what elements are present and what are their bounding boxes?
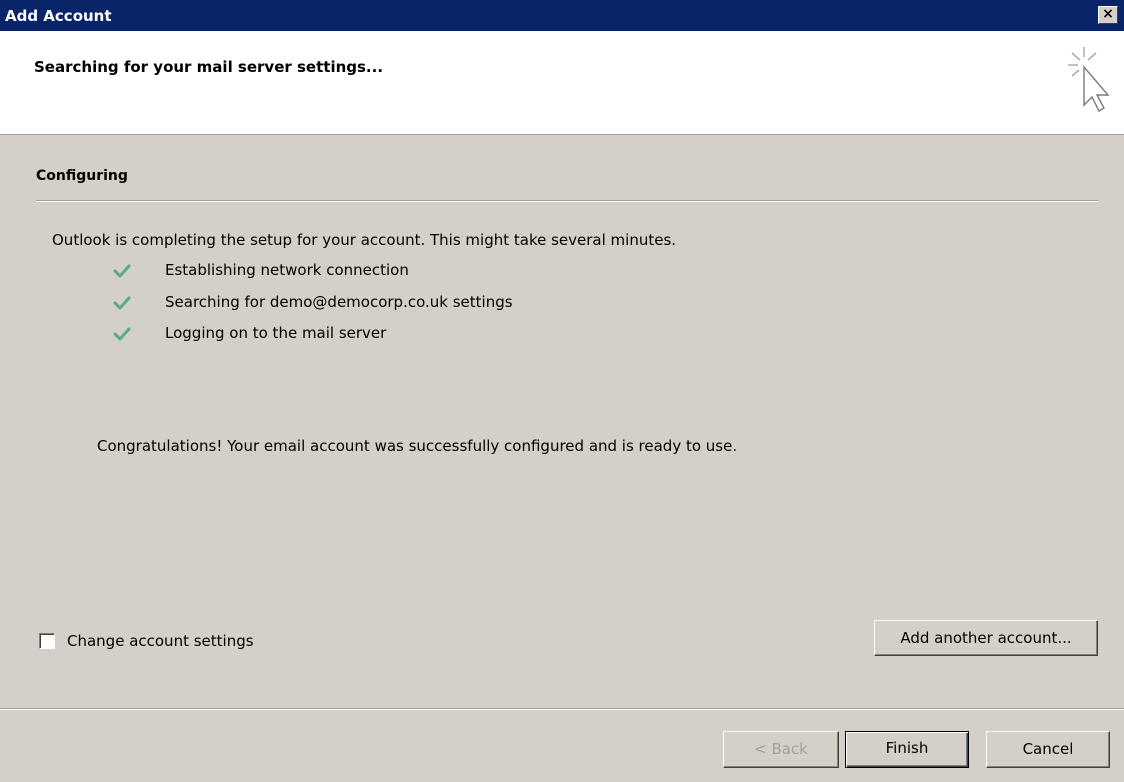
header-title: Searching for your mail server settings.… xyxy=(34,58,384,76)
add-another-account-button[interactable]: Add another account... xyxy=(874,620,1098,656)
window-title: Add Account xyxy=(5,7,112,25)
check-icon xyxy=(113,327,131,341)
step-label: Searching for demo@democorp.co.uk settin… xyxy=(165,293,513,311)
step-label: Establishing network connection xyxy=(165,261,409,279)
status-intro: Outlook is completing the setup for your… xyxy=(52,231,677,249)
close-button[interactable]: × xyxy=(1098,6,1118,24)
check-icon xyxy=(113,296,131,310)
cursor-sparkle-icon xyxy=(1068,47,1110,112)
cancel-button[interactable]: Cancel xyxy=(986,731,1110,768)
title-bar[interactable]: Add Account × xyxy=(0,0,1124,31)
add-account-dialog: Add Account × Searching for your mail se… xyxy=(0,0,1124,782)
wizard-header: Searching for your mail server settings.… xyxy=(0,31,1124,135)
check-icon xyxy=(113,264,131,278)
footer-divider xyxy=(0,708,1124,710)
step-label: Logging on to the mail server xyxy=(165,324,387,342)
section-title: Configuring xyxy=(36,168,128,184)
change-settings-checkbox[interactable] xyxy=(39,633,55,649)
close-icon: × xyxy=(1102,6,1114,22)
finish-button[interactable]: Finish xyxy=(845,731,969,768)
section-divider xyxy=(36,200,1098,202)
back-button[interactable]: < Back xyxy=(723,731,839,768)
success-message: Congratulations! Your email account was … xyxy=(97,437,738,455)
change-settings-label[interactable]: Change account settings xyxy=(67,632,254,650)
